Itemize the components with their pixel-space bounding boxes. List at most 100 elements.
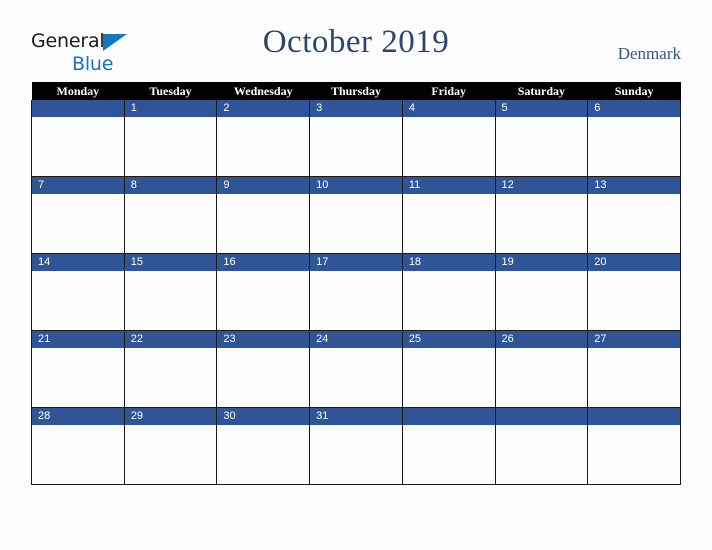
day-content[interactable]	[495, 425, 588, 484]
day-cell[interactable]: 25	[401, 330, 496, 408]
day-content[interactable]	[402, 194, 495, 253]
day-cell[interactable]: 24	[309, 330, 403, 408]
day-content[interactable]	[310, 117, 402, 176]
day-content[interactable]	[495, 194, 588, 253]
week-row: 28 29 30 31	[31, 407, 681, 485]
day-number: 7	[32, 177, 124, 194]
day-number: 5	[495, 100, 588, 117]
day-cell[interactable]: 16	[216, 253, 311, 331]
day-cell[interactable]: 18	[401, 253, 496, 331]
day-cell[interactable]: 13	[587, 176, 681, 254]
day-number: 9	[217, 177, 310, 194]
day-content[interactable]	[588, 194, 680, 253]
day-number: 3	[310, 100, 402, 117]
country-label: Denmark	[617, 44, 681, 63]
day-cell[interactable]: 22	[123, 330, 218, 408]
day-cell[interactable]: 4	[401, 100, 496, 177]
day-cell[interactable]: 21	[31, 330, 125, 408]
day-number: 25	[402, 331, 495, 348]
day-content[interactable]	[217, 271, 310, 330]
day-cell[interactable]	[587, 407, 681, 485]
day-number: 8	[124, 177, 217, 194]
day-cell[interactable]: 10	[309, 176, 403, 254]
day-cell[interactable]: 8	[123, 176, 218, 254]
day-cell[interactable]: 31	[309, 407, 403, 485]
day-content[interactable]	[124, 348, 217, 407]
week-row: 1 2 3 4 5 6	[31, 100, 681, 177]
day-cell[interactable]: 15	[123, 253, 218, 331]
day-content[interactable]	[402, 271, 495, 330]
day-number: 12	[495, 177, 588, 194]
day-cell[interactable]	[31, 100, 125, 177]
day-number: 1	[124, 100, 217, 117]
calendar-page: General Blue October 2019 Denmark Monday…	[0, 0, 712, 550]
week-row: 21 22 23 24 25 26 27	[31, 330, 681, 408]
day-content[interactable]	[588, 117, 680, 176]
day-cell[interactable]: 2	[216, 100, 311, 177]
day-cell[interactable]: 9	[216, 176, 311, 254]
day-content[interactable]	[124, 271, 217, 330]
day-content[interactable]	[124, 425, 217, 484]
day-content[interactable]	[402, 425, 495, 484]
day-content[interactable]	[310, 271, 402, 330]
day-number: 26	[495, 331, 588, 348]
weekday-header-wednesday: Wednesday	[216, 82, 310, 100]
day-number	[402, 408, 495, 425]
day-number: 20	[588, 254, 680, 271]
day-cell[interactable]	[494, 407, 589, 485]
day-content[interactable]	[32, 271, 124, 330]
day-cell[interactable]: 5	[494, 100, 589, 177]
day-cell[interactable]	[401, 407, 496, 485]
day-content[interactable]	[124, 194, 217, 253]
day-number: 31	[310, 408, 402, 425]
day-cell[interactable]: 23	[216, 330, 311, 408]
day-cell[interactable]: 14	[31, 253, 125, 331]
day-cell[interactable]: 11	[401, 176, 496, 254]
week-row: 7 8 9 10 11 12 13	[31, 176, 681, 254]
day-number: 16	[217, 254, 310, 271]
day-number: 6	[588, 100, 680, 117]
day-cell[interactable]: 12	[494, 176, 589, 254]
day-content[interactable]	[588, 271, 680, 330]
day-cell[interactable]: 7	[31, 176, 125, 254]
day-cell[interactable]: 26	[494, 330, 589, 408]
day-content[interactable]	[588, 348, 680, 407]
day-number	[495, 408, 588, 425]
day-content[interactable]	[588, 425, 680, 484]
day-cell[interactable]: 6	[587, 100, 681, 177]
day-number: 22	[124, 331, 217, 348]
day-content[interactable]	[495, 117, 588, 176]
day-number: 23	[217, 331, 310, 348]
day-cell[interactable]: 3	[309, 100, 403, 177]
day-cell[interactable]: 17	[309, 253, 403, 331]
day-content[interactable]	[32, 194, 124, 253]
day-cell[interactable]: 1	[123, 100, 218, 177]
day-cell[interactable]: 29	[123, 407, 218, 485]
day-content[interactable]	[310, 194, 402, 253]
day-cell[interactable]: 27	[587, 330, 681, 408]
day-content[interactable]	[217, 194, 310, 253]
day-content[interactable]	[217, 348, 310, 407]
day-content[interactable]	[217, 117, 310, 176]
day-content[interactable]	[310, 425, 402, 484]
day-content[interactable]	[124, 117, 217, 176]
day-content[interactable]	[32, 425, 124, 484]
day-content[interactable]	[495, 271, 588, 330]
day-number: 4	[402, 100, 495, 117]
day-cell[interactable]: 19	[494, 253, 589, 331]
day-cell[interactable]: 28	[31, 407, 125, 485]
page-header: General Blue October 2019 Denmark	[0, 24, 712, 74]
day-content[interactable]	[495, 348, 588, 407]
day-content[interactable]	[402, 348, 495, 407]
day-content[interactable]	[32, 348, 124, 407]
weekday-header-saturday: Saturday	[495, 82, 588, 100]
day-cell[interactable]: 30	[216, 407, 311, 485]
day-content[interactable]	[217, 425, 310, 484]
day-number	[588, 408, 680, 425]
day-content[interactable]	[310, 348, 402, 407]
weekday-header-row: Monday Tuesday Wednesday Thursday Friday…	[31, 82, 681, 100]
day-cell[interactable]: 20	[587, 253, 681, 331]
day-content[interactable]	[402, 117, 495, 176]
week-row: 14 15 16 17 18 19 20	[31, 253, 681, 331]
day-content[interactable]	[32, 117, 124, 176]
